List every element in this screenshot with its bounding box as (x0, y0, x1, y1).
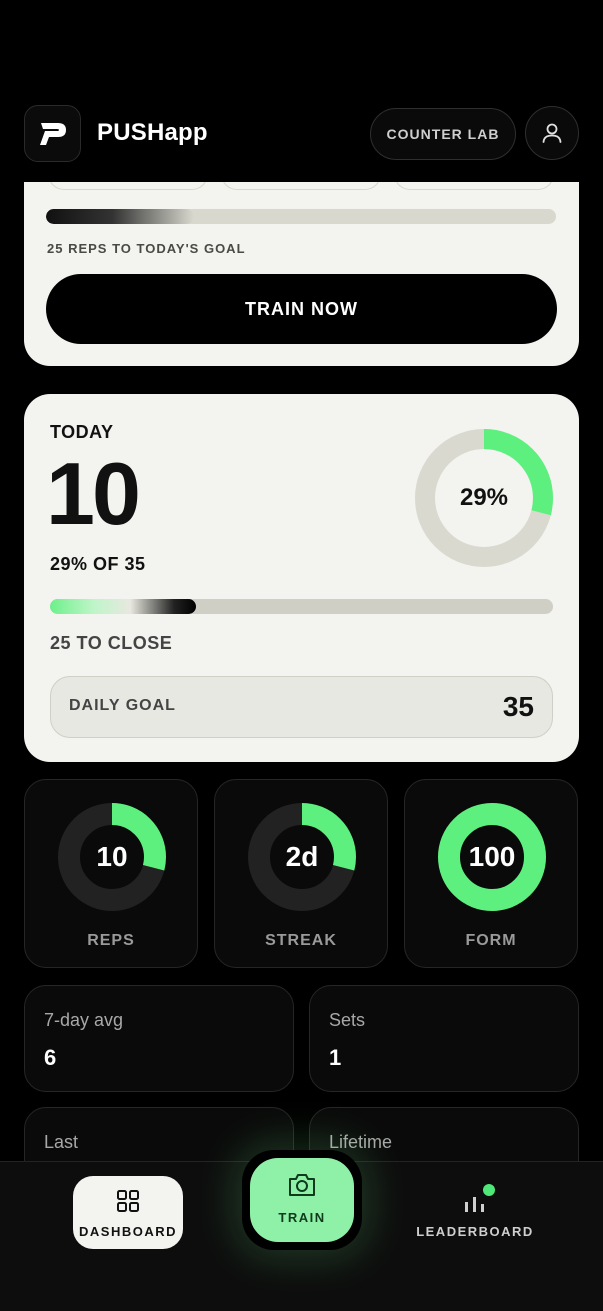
profile-button[interactable] (525, 106, 579, 160)
user-icon (542, 123, 562, 143)
streak-value: 2d (285, 841, 319, 872)
notification-dot (483, 1184, 495, 1196)
tile-reps[interactable]: 10 REPS (24, 779, 198, 968)
today-card: TODAY 10 29% OF 35 29% 25 TO CLOSE DAILY… (24, 394, 579, 762)
stat-value: 1 (329, 1045, 342, 1070)
app-header: PUSHapp COUNTER LAB (0, 0, 603, 182)
today-progress-fill (50, 599, 196, 614)
stat-label: Lifetime (329, 1132, 393, 1152)
goal-progress-card: 25 REPS TO TODAY'S GOAL TRAIN NOW (24, 150, 579, 366)
reps-to-goal-text: 25 REPS TO TODAY'S GOAL (47, 241, 246, 256)
goal-progress-fill (46, 209, 194, 224)
tile-streak[interactable]: 2d STREAK (214, 779, 388, 968)
nav-dashboard-label: DASHBOARD (79, 1224, 177, 1239)
stat-label: 7-day avg (44, 1010, 124, 1030)
goal-progress-bar (46, 209, 556, 224)
grid-icon (117, 1190, 139, 1212)
stat-card-7day-avg: 7-day avg 6 (24, 985, 294, 1092)
stat-label: Last (44, 1132, 79, 1152)
nav-leaderboard-label: LEADERBOARD (416, 1224, 534, 1239)
app-title: PUSHapp (97, 119, 208, 146)
tile-form[interactable]: 100 FORM (404, 779, 578, 968)
today-ring-percent: 29% (459, 484, 509, 511)
camera-icon (289, 1174, 315, 1196)
train-now-button[interactable]: TRAIN NOW (46, 274, 557, 344)
today-rep-count: 10 (46, 444, 141, 543)
app-logo[interactable] (24, 105, 81, 162)
reps-value: 10 (96, 841, 128, 872)
today-progress-bar (50, 599, 553, 614)
streak-label: STREAK (265, 932, 337, 949)
logo-p-icon (39, 122, 66, 145)
nav-train-label: TRAIN (278, 1210, 326, 1225)
reps-label: REPS (87, 932, 135, 949)
stat-label: Sets (329, 1010, 366, 1030)
form-value: 100 (468, 841, 516, 872)
bottom-navigation: DASHBOARD TRAIN LEADERBOARD (0, 1150, 603, 1311)
daily-goal-value: 35 (502, 691, 534, 722)
stat-value: 6 (44, 1045, 57, 1070)
form-label: FORM (465, 932, 517, 949)
nav-train-button[interactable]: TRAIN (250, 1158, 354, 1242)
counter-lab-button[interactable]: COUNTER LAB (370, 108, 516, 160)
today-label: TODAY (50, 422, 114, 442)
today-percent-of-goal: 29% OF 35 (50, 554, 146, 574)
nav-leaderboard-button[interactable]: LEADERBOARD (410, 1176, 540, 1249)
stat-card-sets: Sets 1 (309, 985, 579, 1092)
reps-to-close-text: 25 TO CLOSE (50, 633, 173, 653)
daily-goal-field[interactable]: DAILY GOAL 35 (50, 676, 553, 738)
nav-dashboard-button[interactable]: DASHBOARD (73, 1176, 183, 1249)
daily-goal-label: DAILY GOAL (69, 697, 176, 714)
